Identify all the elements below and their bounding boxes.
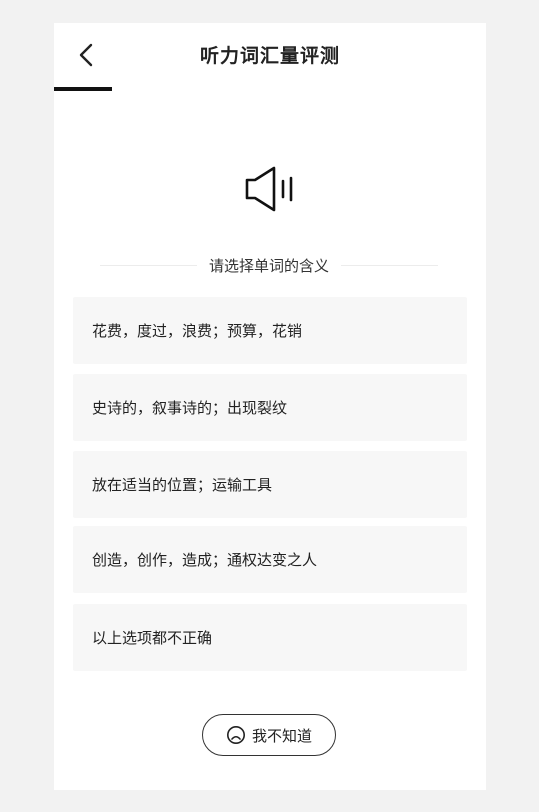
divider-left <box>100 264 197 266</box>
progress-fill <box>54 87 113 91</box>
dont-know-button[interactable]: 我不知道 <box>202 714 336 756</box>
option-3[interactable]: 放在适当的位置；运输工具 <box>73 451 467 518</box>
quiz-card: 听力词汇量评测 请选择单词的含义 花费，度过，浪费；预算，花销 史诗的，叙事诗的… <box>54 23 486 790</box>
play-audio-button[interactable] <box>240 162 300 216</box>
header: 听力词汇量评测 <box>54 23 486 91</box>
dont-know-label: 我不知道 <box>251 726 312 745</box>
sad-face-icon <box>226 725 246 745</box>
option-4[interactable]: 创造，创作，造成；通权达变之人 <box>73 526 467 593</box>
page-title: 听力词汇量评测 <box>199 45 340 67</box>
question-prompt: 请选择单词的含义 <box>100 254 439 276</box>
progress-bar <box>54 87 486 91</box>
option-2[interactable]: 史诗的，叙事诗的；出现裂纹 <box>73 374 467 441</box>
divider-right <box>341 264 439 266</box>
prompt-text: 请选择单词的含义 <box>209 256 330 275</box>
option-1[interactable]: 花费，度过，浪费；预算，花销 <box>73 297 467 364</box>
speaker-icon <box>245 166 293 212</box>
option-5[interactable]: 以上选项都不正确 <box>73 604 467 671</box>
